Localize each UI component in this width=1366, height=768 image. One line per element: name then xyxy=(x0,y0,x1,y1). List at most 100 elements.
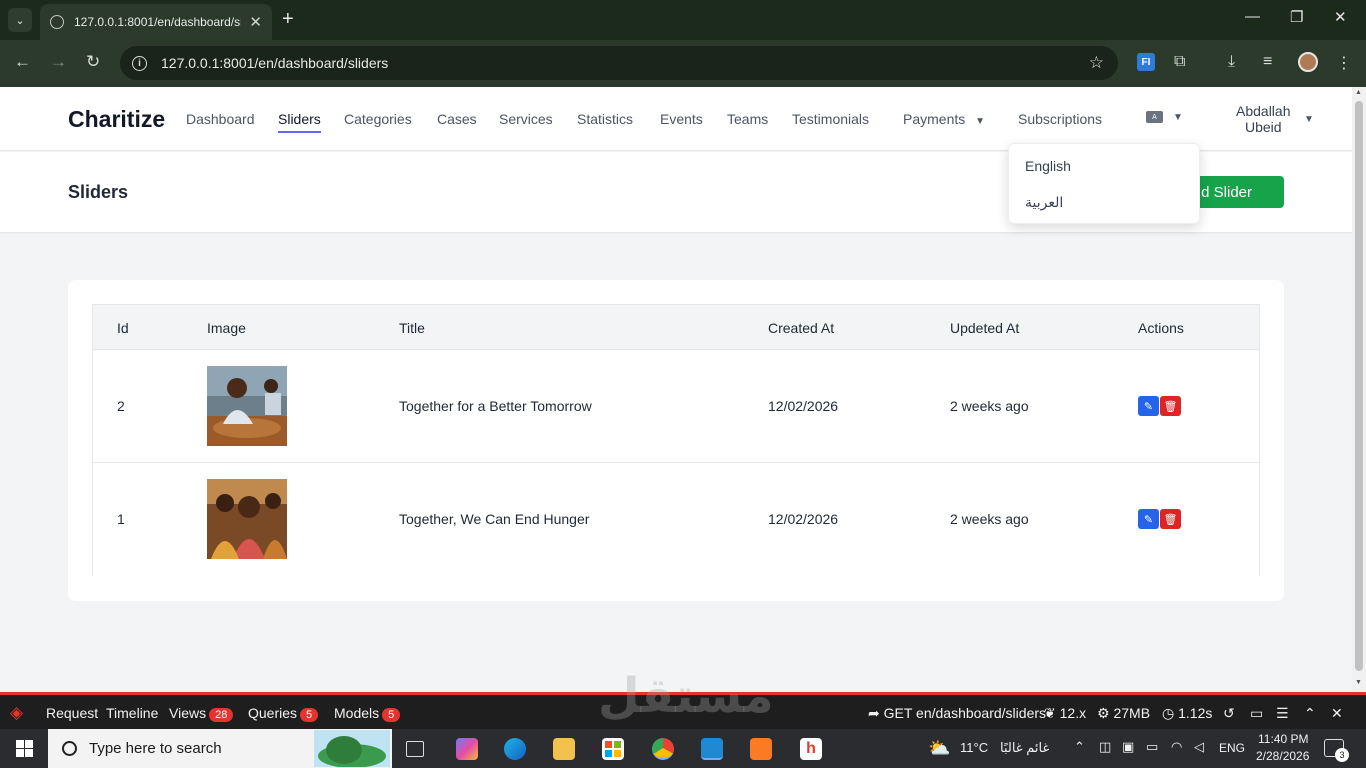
microsoft-store-icon[interactable] xyxy=(602,738,624,760)
cell-title: Together for a Better Tomorrow xyxy=(399,398,592,414)
browser-tab[interactable]: 127.0.0.1:8001/en/dashboard/sl ✕ xyxy=(40,4,272,40)
site-info-icon[interactable]: i xyxy=(132,55,147,71)
debug-tab-views[interactable]: Views 28 xyxy=(169,705,234,722)
folder-open-icon[interactable]: ▭ xyxy=(1250,705,1263,722)
debug-tab-request[interactable]: Request xyxy=(46,705,98,721)
profile-avatar[interactable] xyxy=(1298,52,1318,72)
version-text: 12.x xyxy=(1059,705,1087,721)
media-control-icon[interactable]: ≡ xyxy=(1263,53,1272,71)
new-tab-button[interactable]: + xyxy=(282,8,294,30)
back-button[interactable]: ← xyxy=(14,52,31,72)
nav-teams[interactable]: Teams xyxy=(727,111,768,127)
notifications-icon[interactable]: 3 xyxy=(1324,739,1349,762)
vscode-icon[interactable] xyxy=(701,738,723,760)
edge-icon[interactable] xyxy=(504,738,526,760)
cell-id: 2 xyxy=(117,398,125,414)
scroll-down-arrow-icon[interactable]: ▼ xyxy=(1355,679,1362,686)
bookmark-star-icon[interactable]: ☆ xyxy=(1089,53,1104,73)
weather-cloud-icon[interactable]: ⛅ xyxy=(928,738,950,759)
volume-icon[interactable]: ◁ xyxy=(1194,739,1204,755)
debugbar: ◈ Request Timeline Views 28 Queries 5 Mode… xyxy=(0,692,1366,729)
edit-button[interactable]: ✎ xyxy=(1138,509,1159,529)
nav-cases[interactable]: Cases xyxy=(437,111,477,127)
brand-logo[interactable]: Charitize xyxy=(68,106,165,133)
nav-sliders[interactable]: Sliders xyxy=(278,111,321,133)
extensions-icon[interactable]: ⧉ xyxy=(1174,53,1185,71)
cell-created-at: 12/02/2026 xyxy=(768,511,839,527)
trash-icon: 🗑 xyxy=(1163,513,1178,526)
page-scrollbar[interactable]: ▲ ▼ xyxy=(1352,87,1366,692)
reload-button[interactable]: ↻ xyxy=(86,52,100,72)
scroll-up-arrow-icon[interactable]: ▲ xyxy=(1355,89,1362,96)
tab-title: 127.0.0.1:8001/en/dashboard/sl xyxy=(74,15,242,29)
edit-button[interactable]: ✎ xyxy=(1138,396,1159,416)
language-option-english[interactable]: English xyxy=(1025,158,1071,174)
debug-memory: ⚙ 27MB xyxy=(1097,705,1150,722)
nav-testimonials[interactable]: Testimonials xyxy=(792,111,869,127)
browser-toolbar: ← → ↻ i 127.0.0.1:8001/en/dashboard/slid… xyxy=(0,40,1366,87)
address-bar[interactable]: i 127.0.0.1:8001/en/dashboard/sliders ☆ xyxy=(120,46,1118,80)
debug-tab-queries[interactable]: Queries 5 xyxy=(248,705,319,722)
wifi-icon[interactable]: ◠ xyxy=(1171,739,1182,755)
cell-updated-at: 2 weeks ago xyxy=(950,398,1029,414)
file-explorer-icon[interactable] xyxy=(553,738,575,760)
task-view-icon[interactable] xyxy=(406,741,424,757)
minimize-button[interactable]: — xyxy=(1245,8,1260,25)
restore-button[interactable]: ❐ xyxy=(1290,8,1303,26)
user-menu[interactable]: Abdallah Ubeid ▼ xyxy=(1236,103,1314,135)
nav-events[interactable]: Events xyxy=(660,111,703,127)
taskbar-search-input[interactable]: Type here to search xyxy=(48,729,392,768)
nav-subscriptions[interactable]: Subscriptions xyxy=(1018,111,1102,127)
extension-fi-icon[interactable]: FI xyxy=(1137,53,1155,71)
tray-app-icon[interactable]: ▣ xyxy=(1122,739,1134,755)
close-window-button[interactable]: ✕ xyxy=(1334,8,1347,26)
language-option-arabic[interactable]: العربية xyxy=(1025,194,1063,211)
debug-tab-models[interactable]: Models 5 xyxy=(334,705,401,722)
chevron-up-icon[interactable]: ⌃ xyxy=(1304,705,1316,722)
delete-button[interactable]: 🗑 xyxy=(1160,396,1181,416)
forward-button[interactable]: → xyxy=(50,52,67,72)
tray-chevron-up-icon[interactable]: ⌃ xyxy=(1074,739,1085,755)
payments-label: Payments xyxy=(903,111,966,127)
tray-meet-icon[interactable]: ◫ xyxy=(1099,739,1111,755)
scrollbar-thumb[interactable] xyxy=(1355,101,1363,671)
language-switcher[interactable]: A ▼ xyxy=(1146,111,1183,123)
cell-created-at: 12/02/2026 xyxy=(768,398,839,414)
xampp-icon[interactable] xyxy=(750,738,772,760)
laravel-logo-icon[interactable]: ◈ xyxy=(10,703,30,723)
temperature-text[interactable]: 11°C xyxy=(960,740,988,755)
table-row: 2 Together for a Better Tomorrow 12/02/2 xyxy=(93,350,1259,463)
nav-services[interactable]: Services xyxy=(499,111,553,127)
slider-thumbnail xyxy=(207,479,287,559)
settings-sliders-icon[interactable]: ☰ xyxy=(1276,705,1289,722)
edit-icon: ✎ xyxy=(1143,513,1154,526)
weather-text[interactable]: غائم غالبًا xyxy=(1000,740,1049,756)
browser-menu-icon[interactable]: ⋮ xyxy=(1336,53,1352,73)
clock-date[interactable]: 2/28/2026 xyxy=(1256,749,1309,763)
clock-time[interactable]: 11:40 PM xyxy=(1258,732,1308,746)
tab-close-icon[interactable]: ✕ xyxy=(249,13,262,31)
downloads-icon[interactable]: ⤓ xyxy=(1228,53,1235,71)
top-navigation: Charitize Dashboard Sliders Categories C… xyxy=(0,87,1352,151)
windows-start-icon[interactable] xyxy=(16,740,33,757)
heidisql-icon[interactable]: h xyxy=(800,738,822,760)
debug-tab-timeline[interactable]: Timeline xyxy=(106,705,158,721)
history-icon[interactable]: ↺ xyxy=(1223,705,1235,722)
time-text: 1.12s xyxy=(1178,705,1213,721)
tab-search-button[interactable]: ⌄ xyxy=(8,8,32,32)
nav-categories[interactable]: Categories xyxy=(344,111,412,127)
nav-payments[interactable]: Payments ▼ xyxy=(903,111,985,127)
chrome-icon[interactable] xyxy=(652,738,674,760)
nav-dashboard[interactable]: Dashboard xyxy=(186,111,255,127)
debug-route[interactable]: ➦ GET en/dashboard/sliders xyxy=(868,705,1046,722)
chevron-down-icon: ▼ xyxy=(1304,114,1314,125)
views-count-badge: 28 xyxy=(209,708,234,722)
battery-icon[interactable]: ▭ xyxy=(1146,739,1158,755)
delete-button[interactable]: 🗑 xyxy=(1160,509,1181,529)
sliders-card: Id Image Title Created At Updeted At Act… xyxy=(68,280,1284,601)
table-row: 1 Together, We Can End Hunger 12/02/2026 xyxy=(93,463,1259,576)
copilot-icon[interactable] xyxy=(456,738,478,760)
nav-statistics[interactable]: Statistics xyxy=(577,111,633,127)
close-icon[interactable]: ✕ xyxy=(1331,705,1343,722)
input-language[interactable]: ENG xyxy=(1219,741,1245,755)
